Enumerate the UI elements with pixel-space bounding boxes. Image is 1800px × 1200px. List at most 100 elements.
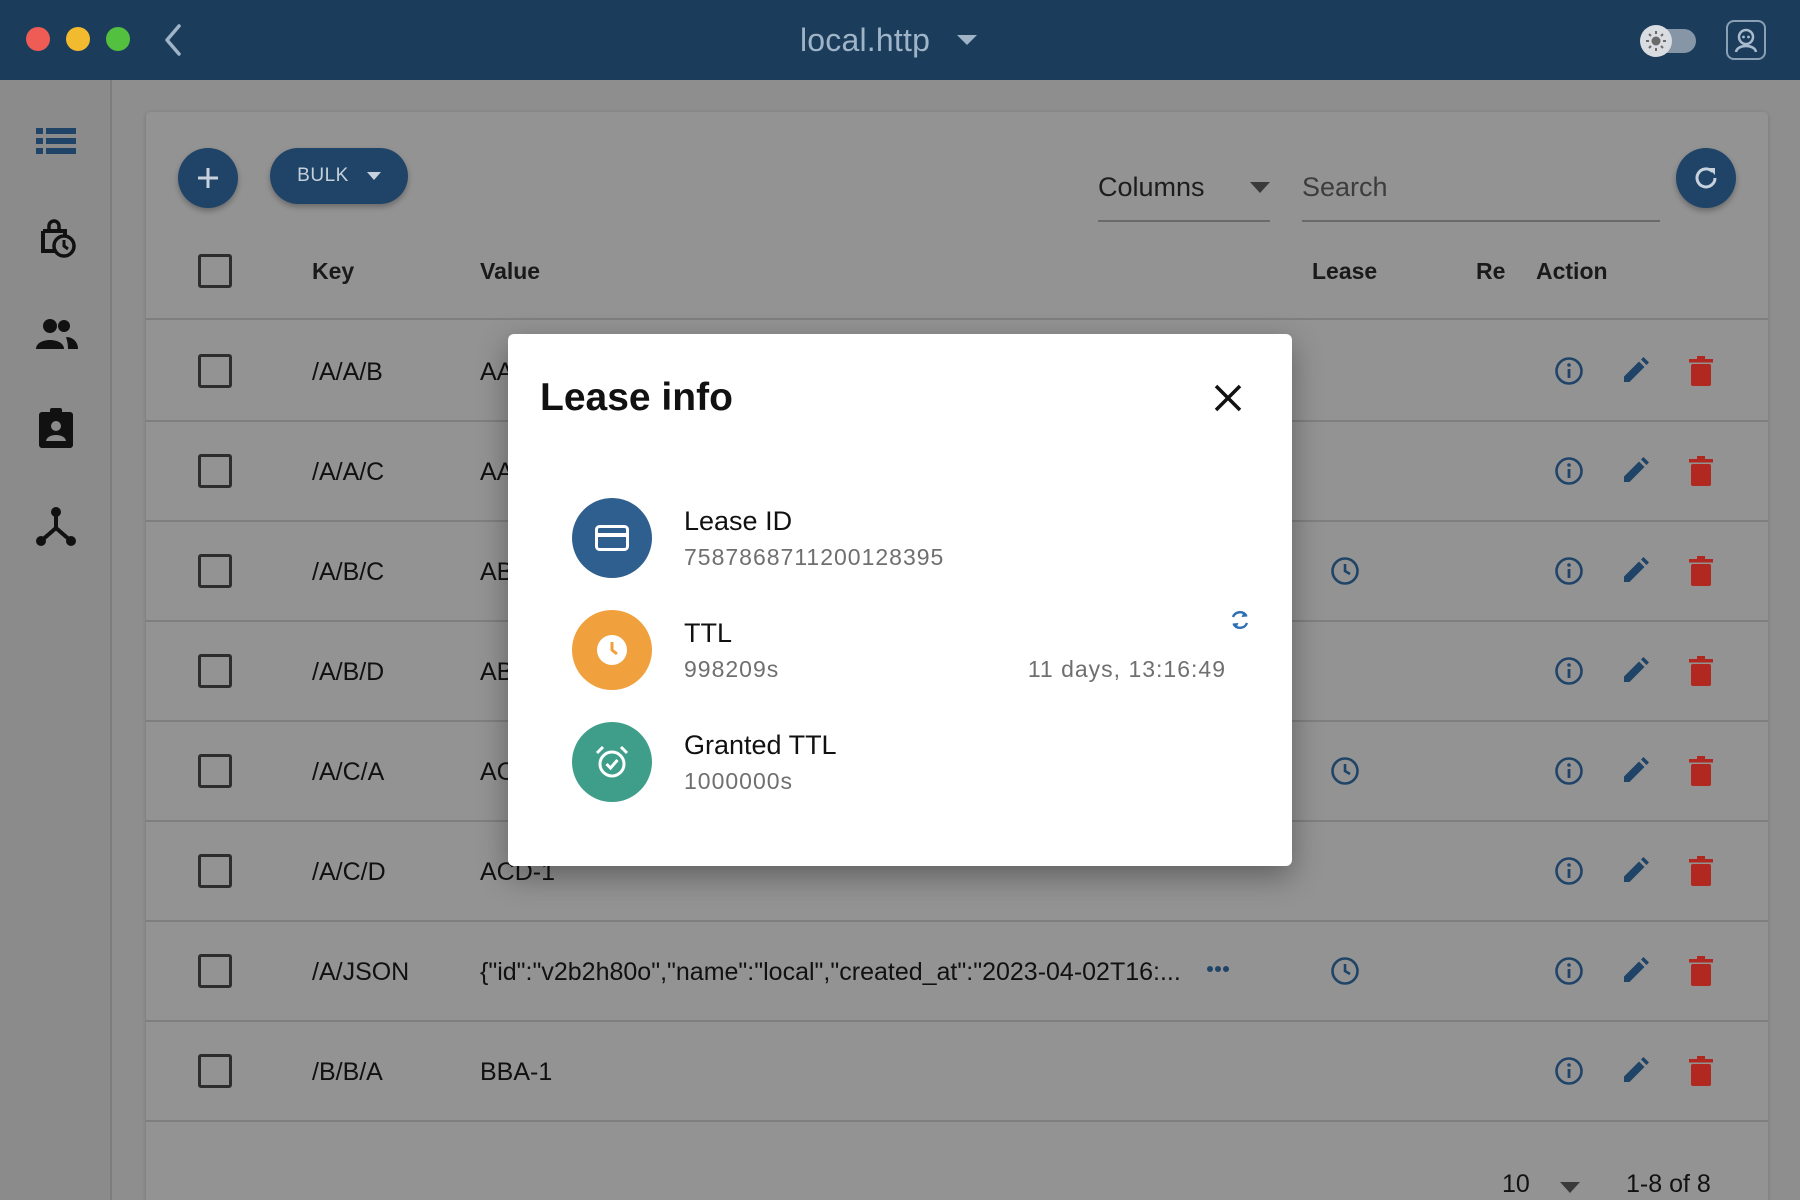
users-icon[interactable] xyxy=(34,312,78,356)
cell-key: /A/JSON xyxy=(312,958,410,986)
clock-icon xyxy=(572,610,652,690)
pagination-range: 1-8 of 8 xyxy=(1626,1170,1711,1198)
theme-toggle[interactable] xyxy=(1640,25,1696,57)
delete-icon[interactable] xyxy=(1688,456,1714,491)
chevron-down-icon xyxy=(366,172,381,180)
delete-icon[interactable] xyxy=(1688,1056,1714,1091)
row-checkbox[interactable] xyxy=(198,354,232,388)
dropdown-icon xyxy=(1250,182,1270,193)
info-icon[interactable] xyxy=(1554,956,1584,991)
granted-ttl-label: Granted TTL xyxy=(684,730,837,760)
window-titlebar: local.http xyxy=(0,0,1800,80)
bulk-label: BULK xyxy=(297,165,349,186)
connection-selector[interactable]: local.http xyxy=(800,18,978,62)
cell-key: /B/B/A xyxy=(312,1058,383,1086)
column-header-key[interactable]: Key xyxy=(312,258,354,285)
edit-icon[interactable] xyxy=(1620,556,1650,591)
info-icon[interactable] xyxy=(1554,1056,1584,1091)
edit-icon[interactable] xyxy=(1620,1056,1650,1091)
lease-clock-icon[interactable] xyxy=(1330,556,1360,591)
list-icon[interactable] xyxy=(34,120,78,164)
more-icon[interactable] xyxy=(1206,960,1230,978)
row-checkbox[interactable] xyxy=(198,954,232,988)
sun-icon xyxy=(1640,25,1672,57)
column-header-lease[interactable]: Lease xyxy=(1312,258,1377,285)
columns-label: Columns xyxy=(1098,172,1205,202)
ttl-readable: 11 days, 13:16:49 xyxy=(1027,656,1226,682)
lease-clock-icon[interactable] xyxy=(1330,756,1360,791)
info-icon[interactable] xyxy=(1554,856,1584,891)
select-all-checkbox[interactable] xyxy=(198,254,232,288)
info-icon[interactable] xyxy=(1554,356,1584,391)
column-header-value[interactable]: Value xyxy=(480,258,540,285)
window-maximize-button[interactable] xyxy=(106,27,130,51)
row-checkbox[interactable] xyxy=(198,554,232,588)
refresh-button[interactable] xyxy=(1676,148,1736,208)
cell-key: /A/C/A xyxy=(312,758,385,786)
window-title: local.http xyxy=(800,21,931,58)
lease-id-label: Lease ID xyxy=(684,506,793,536)
edit-icon[interactable] xyxy=(1620,456,1650,491)
columns-select[interactable]: Columns xyxy=(1098,160,1270,222)
lease-info-dialog: Lease info Lease ID 7587868711200128395 … xyxy=(508,334,1292,866)
edit-icon[interactable] xyxy=(1620,856,1650,891)
lease-icon[interactable] xyxy=(34,216,78,260)
avatar-icon[interactable] xyxy=(1726,20,1766,60)
cell-value: BBA-1 xyxy=(480,1058,553,1086)
row-checkbox[interactable] xyxy=(198,1054,232,1088)
renew-icon[interactable] xyxy=(1228,608,1252,637)
cell-key: /A/C/D xyxy=(312,858,386,886)
roles-icon[interactable] xyxy=(34,406,78,450)
dialog-title: Lease info xyxy=(540,376,733,419)
cell-value: {"id":"v2b2h80o","name":"local","created… xyxy=(480,958,1181,986)
info-icon[interactable] xyxy=(1554,456,1584,491)
close-icon[interactable] xyxy=(1208,378,1248,418)
column-header-action: Action xyxy=(1536,258,1608,284)
dropdown-icon xyxy=(957,35,978,45)
edit-icon[interactable] xyxy=(1620,656,1650,691)
cell-key: /A/B/D xyxy=(312,658,385,686)
info-icon[interactable] xyxy=(1554,656,1584,691)
ttl-value: 998209s xyxy=(684,656,780,682)
rows-per-page-select[interactable]: 10 xyxy=(1502,1170,1530,1199)
window-close-button[interactable] xyxy=(26,27,50,51)
cluster-icon[interactable] xyxy=(34,504,78,548)
granted-ttl-value: 1000000s xyxy=(684,768,794,794)
back-icon[interactable] xyxy=(158,22,188,58)
lease-clock-icon[interactable] xyxy=(1330,956,1360,991)
delete-icon[interactable] xyxy=(1688,556,1714,591)
table-row[interactable]: /A/JSON {"id":"v2b2h80o","name":"local","… xyxy=(146,922,1768,1022)
table-row[interactable]: /B/B/A BBA-1 xyxy=(146,1022,1768,1122)
info-icon[interactable] xyxy=(1554,556,1584,591)
add-key-button[interactable] xyxy=(178,148,238,208)
row-checkbox[interactable] xyxy=(198,654,232,688)
ttl-label: TTL xyxy=(684,618,733,648)
row-checkbox[interactable] xyxy=(198,454,232,488)
lease-id-value: 7587868711200128395 xyxy=(684,544,945,570)
edit-icon[interactable] xyxy=(1620,356,1650,391)
delete-icon[interactable] xyxy=(1688,856,1714,891)
row-checkbox[interactable] xyxy=(198,754,232,788)
window-minimize-button[interactable] xyxy=(66,27,90,51)
cell-key: /A/B/C xyxy=(312,558,385,586)
search-field[interactable] xyxy=(1302,160,1660,222)
info-icon[interactable] xyxy=(1554,756,1584,791)
delete-icon[interactable] xyxy=(1688,756,1714,791)
edit-icon[interactable] xyxy=(1620,956,1650,991)
cell-key: /A/A/B xyxy=(312,358,383,386)
column-header-revision[interactable]: Re xyxy=(1476,258,1505,285)
search-input[interactable] xyxy=(1302,172,1660,203)
row-checkbox[interactable] xyxy=(198,854,232,888)
plus-icon xyxy=(198,168,218,188)
sidebar xyxy=(0,80,112,1200)
delete-icon[interactable] xyxy=(1688,656,1714,691)
edit-icon[interactable] xyxy=(1620,756,1650,791)
bulk-button[interactable]: BULK xyxy=(270,148,408,204)
delete-icon[interactable] xyxy=(1688,956,1714,991)
table-header: Key Value Lease Re Action xyxy=(146,220,1768,320)
rows-per-page-dropdown-icon[interactable] xyxy=(1560,1182,1580,1194)
alarm-check-icon xyxy=(572,722,652,802)
refresh-icon xyxy=(1695,167,1717,189)
cell-key: /A/A/C xyxy=(312,458,385,486)
delete-icon[interactable] xyxy=(1688,356,1714,391)
